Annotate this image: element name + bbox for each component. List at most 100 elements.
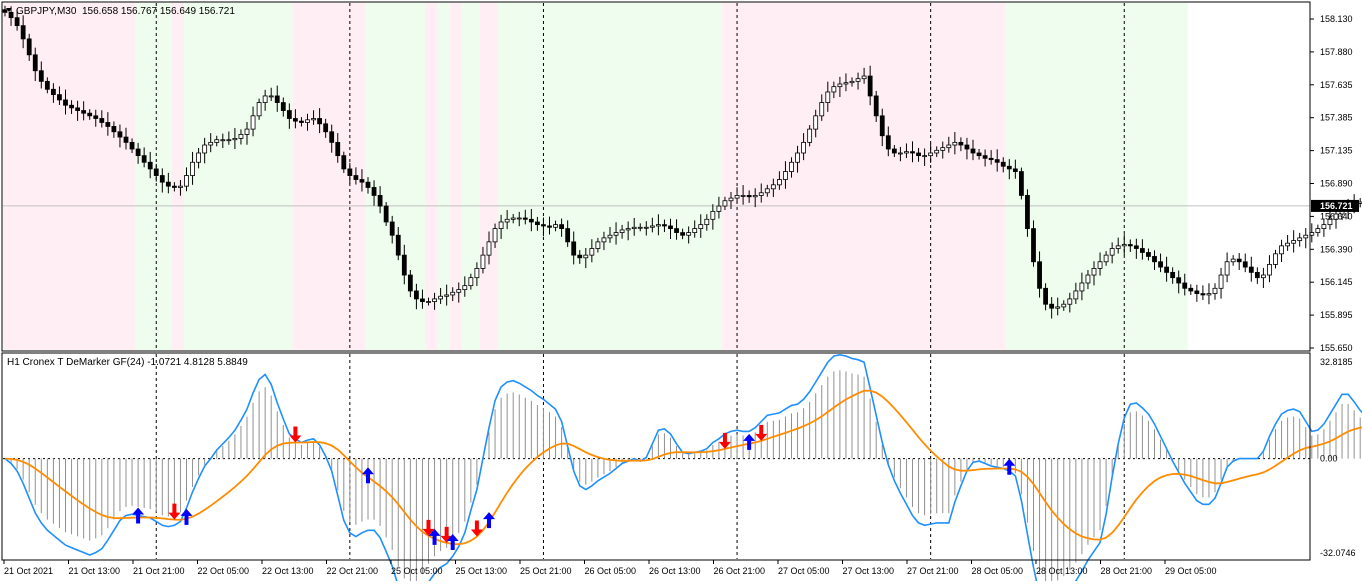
chart-window[interactable]: 158.130 157.880 157.635 157.385 157.135 156.8… bbox=[0, 0, 1362, 586]
time-tick-label: 22 Oct 13:00 bbox=[262, 566, 314, 576]
candle-body bbox=[268, 95, 274, 98]
price-tick-label: 155.650 bbox=[1320, 343, 1353, 353]
candle-body bbox=[571, 241, 577, 256]
candle-body bbox=[274, 95, 280, 103]
candle-body bbox=[280, 102, 286, 111]
candle-body bbox=[964, 144, 970, 150]
candle-body bbox=[613, 232, 619, 236]
indicator-level-label: -32.0746 bbox=[1320, 548, 1356, 558]
session-band bbox=[171, 3, 184, 350]
candle-body bbox=[99, 118, 105, 123]
candle-body bbox=[946, 144, 952, 149]
ohlc-values: 156.658 156.767 156.649 156.721 bbox=[82, 6, 235, 17]
candle-body bbox=[420, 298, 425, 302]
candle-body bbox=[861, 75, 867, 80]
candle-body bbox=[982, 155, 988, 159]
candle-body bbox=[8, 11, 14, 19]
candle-body bbox=[1037, 261, 1042, 289]
chart-canvas[interactable]: 158.130 157.880 157.635 157.385 157.135 156.8… bbox=[0, 0, 1362, 586]
candle-body bbox=[770, 184, 776, 190]
candle-body bbox=[486, 241, 492, 256]
candle-body bbox=[129, 141, 135, 150]
session-band bbox=[498, 3, 722, 350]
candle-body bbox=[335, 141, 341, 157]
candle-body bbox=[371, 187, 377, 196]
candle-body bbox=[20, 25, 26, 40]
fast-line bbox=[4, 353, 1362, 586]
candle-body bbox=[704, 218, 710, 226]
candle-body bbox=[1006, 165, 1012, 170]
candle-body bbox=[75, 107, 80, 111]
candle-body bbox=[879, 115, 885, 137]
candle-body bbox=[674, 228, 679, 233]
sell-arrow-icon bbox=[755, 424, 768, 441]
candle-body bbox=[1254, 271, 1260, 279]
candle-body bbox=[111, 126, 117, 133]
candle-body bbox=[407, 274, 413, 292]
candle-body bbox=[891, 148, 897, 154]
candle-body bbox=[746, 195, 752, 198]
candle-body bbox=[837, 83, 843, 88]
candle-body bbox=[1055, 306, 1061, 309]
candle-body bbox=[619, 229, 625, 233]
candle-body bbox=[456, 289, 462, 293]
candle-body bbox=[522, 217, 528, 220]
candle-body bbox=[680, 232, 685, 236]
candle-body bbox=[831, 86, 837, 93]
candle-body bbox=[601, 237, 607, 243]
candle-body bbox=[462, 285, 468, 291]
candle-body bbox=[777, 179, 782, 186]
candle-body bbox=[1109, 248, 1115, 256]
time-tick-label: 25 Oct 21:00 bbox=[520, 566, 572, 576]
session-band bbox=[183, 3, 293, 350]
candle-body bbox=[468, 277, 474, 287]
time-tick-label: 25 Oct 05:00 bbox=[391, 566, 443, 576]
candle-body bbox=[904, 151, 909, 154]
session-band bbox=[135, 3, 172, 350]
price-tick-label: 157.135 bbox=[1320, 146, 1353, 156]
candle-body bbox=[934, 149, 940, 154]
candle-body bbox=[389, 221, 395, 236]
time-tick-label: 26 Oct 05:00 bbox=[585, 566, 637, 576]
candle-body bbox=[1321, 224, 1327, 230]
candle-body bbox=[1188, 287, 1194, 292]
candle-body bbox=[1230, 258, 1236, 263]
session-band bbox=[721, 3, 1007, 350]
time-tick-label: 28 Oct 05:00 bbox=[972, 566, 1024, 576]
time-tick-label: 27 Oct 05:00 bbox=[778, 566, 830, 576]
candle-body bbox=[922, 155, 927, 158]
candle-body bbox=[1224, 261, 1230, 276]
candle-body bbox=[2, 9, 8, 13]
candle-body bbox=[873, 95, 879, 117]
candle-body bbox=[758, 192, 764, 196]
candle-body bbox=[807, 128, 813, 143]
candle-body bbox=[535, 221, 540, 226]
candle-body bbox=[69, 104, 74, 109]
candle-body bbox=[383, 205, 389, 223]
time-tick-label: 27 Oct 13:00 bbox=[843, 566, 895, 576]
candle-body bbox=[1236, 258, 1242, 263]
candle-body bbox=[1315, 228, 1321, 233]
session-band bbox=[461, 3, 480, 350]
candle-body bbox=[438, 295, 444, 300]
candle-body bbox=[643, 226, 649, 229]
symbol-header[interactable]: GBPJPY,M30 156.658 156.767 156.649 156.7… bbox=[6, 6, 235, 17]
candle-body bbox=[734, 195, 740, 199]
candle-body bbox=[849, 80, 855, 84]
candle-body bbox=[311, 118, 316, 121]
candle-body bbox=[377, 195, 383, 207]
candle-body bbox=[686, 232, 692, 236]
time-tick-label: 26 Oct 21:00 bbox=[714, 566, 766, 576]
candle-body bbox=[1049, 303, 1055, 309]
candle-body bbox=[1279, 245, 1284, 255]
candle-body bbox=[474, 268, 480, 279]
candle-body bbox=[1103, 254, 1109, 263]
candle-body bbox=[1212, 287, 1218, 295]
candle-body bbox=[577, 254, 583, 259]
candle-body bbox=[516, 217, 522, 220]
candle-body bbox=[93, 115, 99, 119]
candle-body bbox=[244, 128, 250, 135]
candle-body bbox=[395, 234, 401, 256]
candle-body bbox=[710, 210, 716, 220]
candle-body bbox=[1140, 248, 1145, 253]
